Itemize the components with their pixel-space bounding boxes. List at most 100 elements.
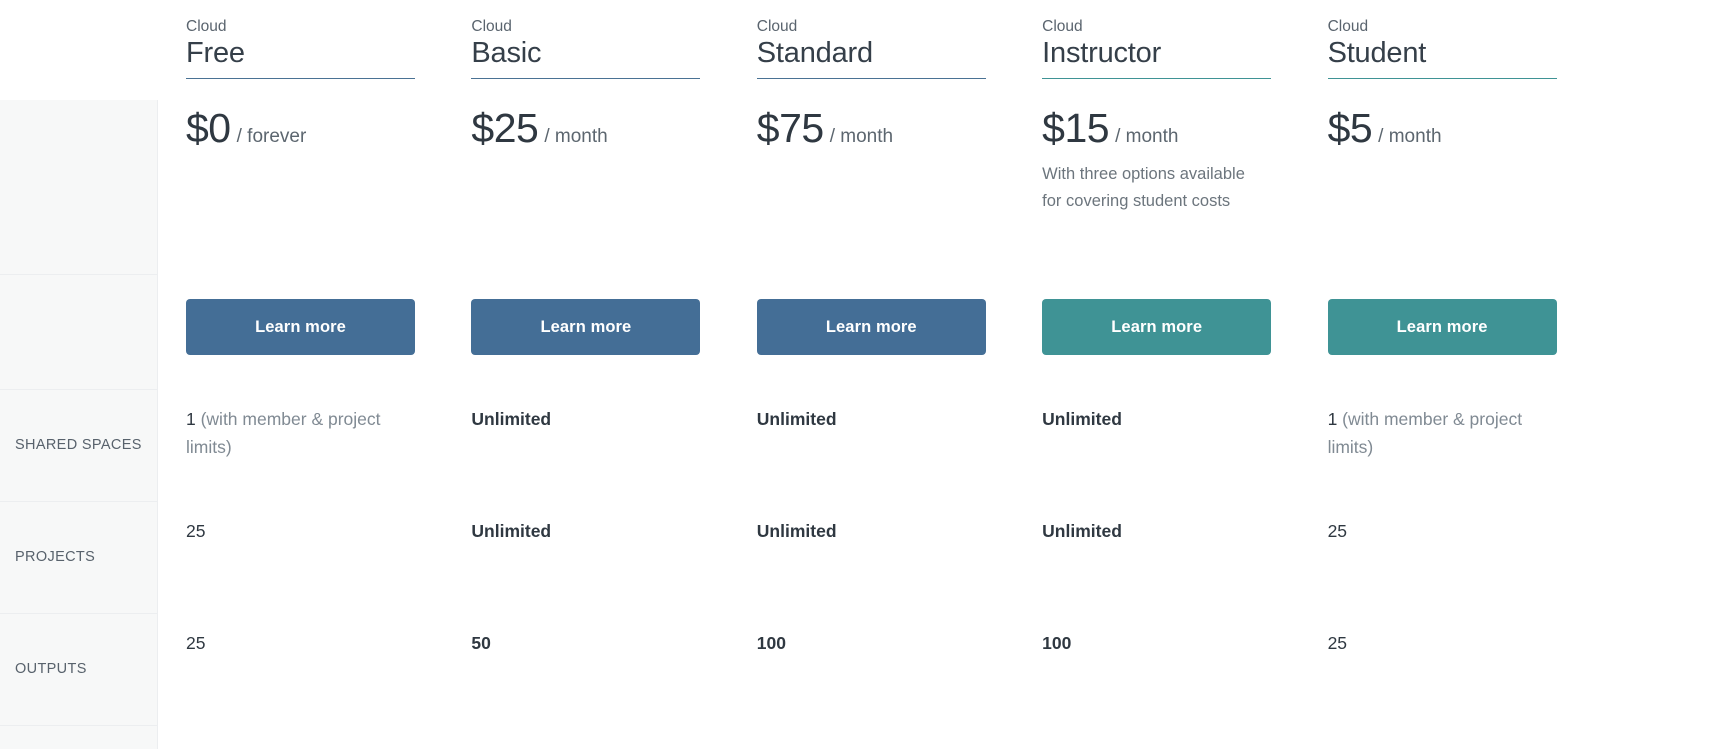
plan-underline — [186, 77, 415, 79]
plan-name: Free — [186, 37, 245, 70]
plan-column-free: Cloud Free $0 / forever Learn more 1 (wi… — [158, 0, 443, 749]
table-cell-outputs: 25 — [1328, 629, 1568, 741]
plan-header: Cloud Instructor — [1042, 0, 1287, 80]
table-cell-projects: Unlimited — [757, 517, 997, 629]
cell-value: 50 — [471, 633, 491, 653]
plan-underline — [756, 77, 986, 79]
table-cell-shared-spaces: 1 (with member & project limits) — [1328, 405, 1568, 517]
plan-column-instructor: Cloud Instructor $15 / month With three … — [1014, 0, 1299, 749]
cell-value: 25 — [186, 521, 206, 541]
table-cell-outputs: 100 — [757, 629, 997, 741]
plan-value-cells: 1 (with member & project limits) 25 25 — [186, 405, 426, 741]
plan-kicker: Cloud — [1042, 18, 1083, 35]
cell-value: Unlimited — [756, 409, 837, 429]
cell-value: Unlimited — [756, 521, 837, 541]
plan-price-block: $0 / forever — [186, 108, 431, 278]
plan-cta-wrap: Learn more — [471, 299, 701, 355]
plan-price-block: $15 / month With three options available… — [1042, 108, 1287, 278]
rail-row-shared-spaces: SHARED SPACES — [0, 390, 157, 502]
plan-column-student: Cloud Student $5 / month Learn more 1 (w… — [1300, 0, 1585, 749]
learn-more-button[interactable]: Learn more — [1327, 299, 1557, 355]
cell-value: Unlimited — [1042, 521, 1122, 541]
cell-value: 100 — [1042, 633, 1072, 653]
plan-cta-wrap: Learn more — [756, 299, 986, 355]
learn-more-button[interactable]: Learn more — [756, 299, 986, 355]
plan-price-period: / month — [544, 126, 608, 147]
cell-value: 25 — [1327, 633, 1348, 653]
rail-spacer-cta — [0, 275, 157, 390]
plan-price-block: $75 / month — [757, 108, 1002, 278]
plan-price-note: With three options available for coverin… — [1042, 165, 1245, 211]
table-cell-shared-spaces: 1 (with member & project limits) — [186, 405, 426, 517]
cell-value: 1 (with member & project limits) — [1327, 409, 1523, 458]
plan-price-period: / month — [1378, 126, 1442, 147]
feature-label: OUTPUTS — [15, 660, 87, 677]
pricing-comparison-table: SHARED SPACES PROJECTS OUTPUTS Cloud Fre… — [0, 0, 1722, 749]
plan-name: Standard — [756, 37, 873, 70]
feature-label: SHARED SPACES — [15, 436, 142, 453]
plan-cta-wrap: Learn more — [1327, 299, 1557, 355]
plan-underline — [1327, 77, 1557, 79]
plan-column-basic: Cloud Basic $25 / month Learn more Unlim… — [443, 0, 728, 749]
plan-header: Cloud Standard — [756, 0, 1002, 80]
rail-spacer-price — [0, 100, 157, 275]
rail-row-projects: PROJECTS — [0, 502, 157, 614]
feature-label-rail: SHARED SPACES PROJECTS OUTPUTS — [0, 100, 158, 749]
feature-label: PROJECTS — [15, 548, 96, 565]
plan-price-period: / month — [1115, 126, 1179, 147]
table-cell-outputs: 50 — [471, 629, 711, 741]
plan-column-standard: Cloud Standard $75 / month Learn more Un… — [729, 0, 1014, 749]
plan-name: Instructor — [1042, 37, 1162, 70]
plan-header: Cloud Student — [1327, 0, 1573, 80]
cell-value: 1 (with member & project limits) — [186, 409, 381, 458]
plan-price-amount: $5 — [1327, 105, 1373, 151]
table-cell-projects: Unlimited — [1042, 517, 1282, 629]
plan-kicker: Cloud — [1327, 18, 1369, 35]
cell-value: 100 — [756, 633, 786, 653]
plan-price-amount: $75 — [756, 105, 824, 151]
plan-underline — [471, 77, 701, 79]
cell-value: Unlimited — [1042, 409, 1122, 429]
plan-cta-wrap: Learn more — [186, 299, 415, 355]
cell-value: 25 — [186, 633, 206, 653]
plan-price-amount: $0 — [186, 105, 231, 151]
plan-price-line: $0 / forever — [186, 108, 431, 149]
plan-price-period: / month — [829, 126, 894, 147]
cell-value: Unlimited — [471, 521, 552, 541]
plan-columns: Cloud Free $0 / forever Learn more 1 (wi… — [158, 0, 1722, 749]
cell-value: 25 — [1327, 521, 1348, 541]
plan-value-cells: Unlimited Unlimited 50 — [471, 405, 711, 741]
plan-price-line: $75 / month — [757, 108, 1002, 149]
plan-kicker: Cloud — [756, 18, 798, 35]
rail-spacer-tail — [0, 726, 157, 746]
plan-price-block: $25 / month — [471, 108, 716, 278]
table-cell-outputs: 25 — [186, 629, 426, 741]
plan-price-amount: $15 — [1042, 105, 1110, 151]
plan-kicker: Cloud — [186, 18, 227, 35]
plan-price-line: $5 / month — [1328, 108, 1573, 149]
plan-header: Cloud Free — [186, 0, 431, 80]
plan-price-line: $25 / month — [471, 108, 716, 149]
plan-price-block: $5 / month — [1328, 108, 1573, 278]
plan-name: Basic — [471, 37, 542, 70]
plan-name: Student — [1327, 37, 1427, 70]
plan-underline — [1042, 77, 1272, 79]
table-cell-shared-spaces: Unlimited — [757, 405, 997, 517]
learn-more-button[interactable]: Learn more — [186, 299, 415, 355]
plan-value-cells: 1 (with member & project limits) 25 25 — [1328, 405, 1568, 741]
table-cell-projects: Unlimited — [471, 517, 711, 629]
table-cell-projects: 25 — [186, 517, 426, 629]
rail-row-outputs: OUTPUTS — [0, 614, 157, 726]
table-cell-shared-spaces: Unlimited — [1042, 405, 1282, 517]
plan-kicker: Cloud — [471, 18, 512, 35]
learn-more-button[interactable]: Learn more — [471, 299, 701, 355]
table-cell-shared-spaces: Unlimited — [471, 405, 711, 517]
cell-value: Unlimited — [471, 409, 552, 429]
plan-cta-wrap: Learn more — [1042, 299, 1272, 355]
plan-price-amount: $25 — [471, 105, 539, 151]
table-cell-outputs: 100 — [1042, 629, 1282, 741]
plan-value-cells: Unlimited Unlimited 100 — [757, 405, 997, 741]
plan-header: Cloud Basic — [471, 0, 716, 80]
plan-price-period: / forever — [236, 126, 307, 147]
learn-more-button[interactable]: Learn more — [1042, 299, 1272, 355]
